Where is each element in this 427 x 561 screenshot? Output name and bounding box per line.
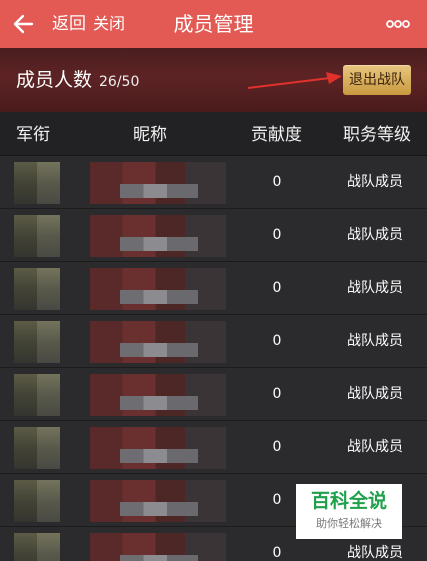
member-count-label: 成员人数	[16, 69, 93, 91]
role-value: 战队成员	[347, 280, 403, 296]
rank-badge-blurred	[14, 533, 60, 561]
column-role: 职务等级	[343, 125, 411, 145]
role-value: 战队成员	[347, 545, 403, 561]
watermark-logo: 百科全说 助你轻松解决	[296, 484, 402, 539]
contribution-value: 0	[272, 386, 282, 402]
nickname-blurred	[90, 162, 226, 204]
contribution-value: 0	[272, 545, 282, 561]
member-row[interactable]: 0 战队成员	[0, 209, 427, 262]
watermark-title: 百科全说	[310, 490, 387, 512]
rank-badge-blurred	[14, 480, 60, 522]
role-value: 战队成员	[347, 386, 403, 402]
member-row[interactable]: 0 战队成员	[0, 368, 427, 421]
quit-team-button[interactable]: 退出战队	[343, 65, 411, 95]
table-header: 军衔 昵称 贡献度 职务等级	[0, 112, 427, 156]
nickname-blurred	[90, 374, 226, 416]
contribution-value: 0	[272, 439, 282, 455]
nickname-blurred	[90, 533, 226, 561]
rank-badge-blurred	[14, 427, 60, 469]
nickname-blurred	[90, 268, 226, 310]
rank-badge-blurred	[14, 268, 60, 310]
role-value: 战队成员	[347, 227, 403, 243]
rank-badge-blurred	[14, 162, 60, 204]
contribution-value: 0	[272, 227, 282, 243]
role-value: 战队成员	[347, 439, 403, 455]
annotation-arrow-icon	[247, 72, 342, 89]
more-dots-icon[interactable]	[386, 18, 410, 30]
member-row[interactable]: 0 战队成员	[0, 315, 427, 368]
member-count-value: 26/50	[99, 74, 140, 90]
member-row[interactable]: 0 战队成员	[0, 262, 427, 315]
role-value: 战队成员	[347, 333, 403, 349]
nickname-blurred	[90, 427, 226, 469]
page-title: 成员管理	[173, 12, 254, 36]
top-bar: 返回 关闭 成员管理	[0, 0, 427, 48]
nickname-blurred	[90, 215, 226, 257]
role-value: 战队成员	[347, 174, 403, 190]
column-nickname: 昵称	[133, 125, 167, 145]
rank-badge-blurred	[14, 374, 60, 416]
contribution-value: 0	[272, 492, 282, 508]
member-row[interactable]: 0 战队成员	[0, 421, 427, 474]
column-contribution: 贡献度	[251, 125, 302, 145]
column-rank: 军衔	[16, 125, 50, 145]
watermark-subtitle: 助你轻松解决	[316, 517, 382, 530]
member-row[interactable]: 0 战队成员	[0, 156, 427, 209]
contribution-value: 0	[272, 333, 282, 349]
contribution-value: 0	[272, 174, 282, 190]
member-summary-band: 成员人数 26/50 退出战队	[0, 48, 427, 112]
rank-badge-blurred	[14, 321, 60, 363]
contribution-value: 0	[272, 280, 282, 296]
rank-badge-blurred	[14, 215, 60, 257]
nickname-blurred	[90, 480, 226, 522]
nickname-blurred	[90, 321, 226, 363]
